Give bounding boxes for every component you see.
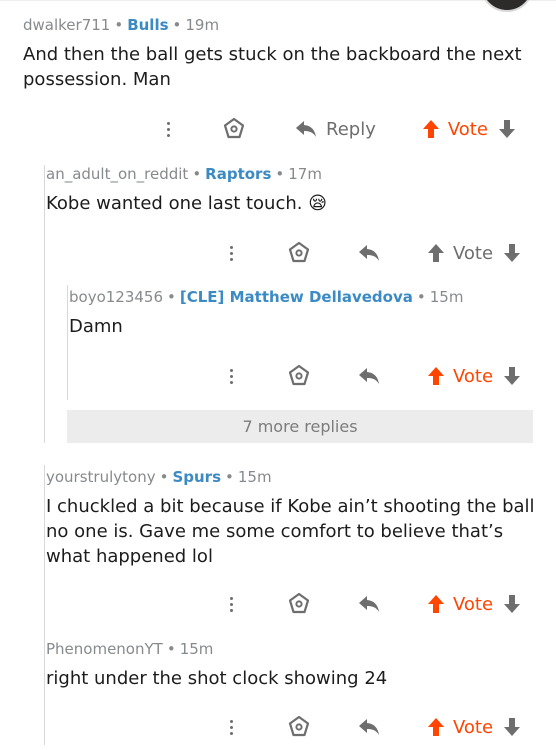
comment-meta: boyo123456 • [CLE] Matthew Dellavedova • 15m [69,288,464,306]
award-icon [288,715,310,737]
upvote-button[interactable] [427,717,445,737]
comment: PhenomenonYT • 15m right under the shot cl… [46,640,546,691]
downvote-button[interactable] [503,366,521,386]
comment: boyo123456 • [CLE] Matthew Dellavedova • 15m… [69,288,549,339]
more-options-button[interactable] [221,712,241,742]
top-border [0,0,556,1]
comment-actions: Vote [221,238,521,268]
upvote-button[interactable] [427,366,445,386]
comment-body: Damn [69,316,123,337]
downvote-button[interactable] [503,717,521,737]
award-button[interactable] [287,364,311,388]
vote-count: Vote [453,716,494,738]
award-icon [288,364,310,386]
comment: yourstrulytony • Spurs • 15m I chuckled a bi… [46,468,546,569]
downvote-arrow-icon [504,244,521,262]
comment-meta: yourstrulytony • Spurs • 15m [46,468,272,486]
comment-actions: Reply Vote [158,114,516,144]
award-button[interactable] [287,592,311,616]
comment-meta: PhenomenonYT • 15m [46,640,214,658]
timestamp: 19m [185,16,220,34]
username[interactable]: yourstrulytony [46,468,156,486]
downvote-arrow-icon [498,120,515,138]
more-vertical-icon [229,596,233,612]
user-flair: Raptors [205,165,272,183]
timestamp: 15m [237,468,272,486]
award-button[interactable] [287,715,311,739]
more-options-button[interactable] [221,238,241,268]
comment-actions: Vote [221,589,521,619]
user-flair: Spurs [172,468,221,486]
award-icon [288,241,310,263]
thread-line [44,165,45,443]
vote-count: Vote [453,365,494,387]
upvote-arrow-icon [428,718,444,736]
comment-text: Kobe wanted one last touch. [46,193,303,214]
reply-button[interactable] [357,717,381,737]
username[interactable]: an_adult_on_reddit [46,165,188,183]
timestamp: 15m [179,640,214,658]
comment: an_adult_on_reddit • Raptors • 17m Kobe want… [46,165,546,216]
reply-arrow-icon [296,121,316,137]
award-button[interactable] [222,117,246,141]
upvote-arrow-icon [428,244,444,262]
downvote-arrow-icon [504,367,521,385]
comment-body: And then the ball gets stuck on the back… [23,44,522,90]
award-button[interactable] [287,241,311,265]
reply-button[interactable] [357,366,381,386]
timestamp: 15m [429,288,464,306]
reply-button[interactable]: Reply [294,119,376,140]
comment-body: right under the shot clock showing 24 [46,668,388,689]
award-icon [223,117,245,139]
comment-actions: Vote [221,361,521,391]
comment-meta: an_adult_on_reddit • Raptors • 17m [46,165,322,183]
upvote-arrow-icon [428,595,444,613]
reply-label: Reply [326,118,376,140]
avatar[interactable] [480,0,534,12]
award-icon [288,592,310,614]
downvote-button[interactable] [503,243,521,263]
thread-line [44,465,45,745]
user-flair: Bulls [127,16,169,34]
timestamp: 17m [288,165,322,183]
thread-line [67,285,68,400]
reply-arrow-icon [359,719,379,735]
more-vertical-icon [229,368,233,384]
more-vertical-icon [166,121,170,137]
vote-count: Vote [447,118,488,140]
downvote-arrow-icon [504,718,521,736]
comment: dwalker711 • Bulls • 19m And then the ball g… [23,16,543,92]
comment-meta: dwalker711 • Bulls • 19m [23,16,220,34]
vote-count: Vote [453,593,494,615]
comment-body: Kobe wanted one last touch. 😪 [46,191,546,216]
more-options-button[interactable] [158,114,178,144]
more-vertical-icon [229,245,233,261]
reply-arrow-icon [359,368,379,384]
sleepy-face-emoji: 😪 [308,193,327,214]
downvote-arrow-icon [504,595,521,613]
reply-button[interactable] [357,243,381,263]
reply-arrow-icon [359,596,379,612]
upvote-button[interactable] [427,243,445,263]
comment-actions: Vote [221,712,521,742]
reply-button[interactable] [357,594,381,614]
username[interactable]: dwalker711 [23,16,110,34]
user-flair: [CLE] Matthew Dellavedova [179,288,413,306]
reply-arrow-icon [359,245,379,261]
more-replies-button[interactable]: 7 more replies [67,410,533,443]
upvote-arrow-icon [428,367,444,385]
username[interactable]: PhenomenonYT [46,640,163,658]
upvote-arrow-icon [422,120,439,138]
upvote-button[interactable] [427,594,445,614]
more-options-button[interactable] [221,589,241,619]
username[interactable]: boyo123456 [69,288,163,306]
downvote-button[interactable] [498,119,516,139]
upvote-button[interactable] [422,119,440,139]
comment-body: I chuckled a bit because if Kobe ain’t s… [46,496,535,567]
downvote-button[interactable] [503,594,521,614]
more-options-button[interactable] [221,361,241,391]
vote-count: Vote [453,242,494,264]
more-vertical-icon [229,719,233,735]
